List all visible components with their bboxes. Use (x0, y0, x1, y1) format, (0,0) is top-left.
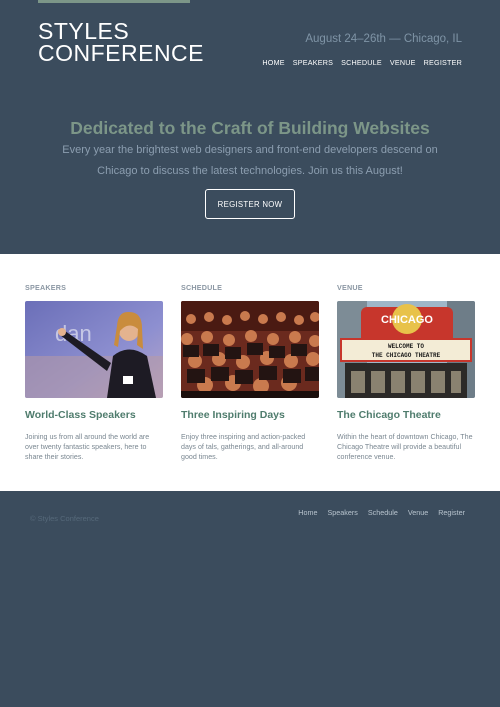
footer-nav-speakers[interactable]: Speakers (327, 508, 357, 517)
footer-nav-home[interactable]: Home (298, 508, 317, 517)
venue-title: Venue (337, 283, 363, 292)
register-now-button[interactable]: Register Now (205, 189, 295, 219)
schedule-image-link[interactable] (181, 301, 319, 398)
footer-nav-venue[interactable]: Venue (408, 508, 428, 517)
logo-accent-bar (38, 0, 190, 3)
primary-nav: Home Speakers Schedule Venue Register (262, 58, 462, 67)
venue-image-link[interactable]: CHICAGO WELCOME TO THE CHICAGO THEATRE (337, 301, 475, 398)
hero-lead: Every year the brightest web designers a… (62, 144, 438, 177)
logo-line-2: Conference (38, 40, 205, 66)
venue-heading: The Chicago Theatre (337, 409, 441, 421)
event-tagline: August 24–26th — Chicago, IL (305, 33, 462, 45)
footer-nav: Home Speakers Schedule Venue Register (298, 508, 465, 517)
logo-line-1: Styles (38, 18, 130, 44)
nav-register[interactable]: Register (424, 58, 462, 67)
venue-text: Within the heart of downtown Chicago, Th… (337, 433, 473, 461)
site-header: Styles Conference August 24–26th — Chica… (0, 0, 500, 254)
logo-link[interactable]: Styles Conference (38, 18, 205, 66)
footer-nav-register[interactable]: Register (438, 508, 465, 517)
speakers-title: Speakers (25, 283, 67, 292)
speakers-text: Joining us from all around the world are… (25, 433, 150, 461)
schedule-title: Schedule (181, 283, 223, 292)
nav-schedule[interactable]: Schedule (341, 58, 382, 67)
footer-nav-schedule[interactable]: Schedule (368, 508, 398, 517)
theatre-photo-icon: CHICAGO WELCOME TO THE CHICAGO THEATRE (337, 301, 475, 398)
hero-title: Dedicated to the Craft of Building Websi… (70, 118, 430, 138)
audience-photo-icon (181, 301, 319, 398)
speakers-image-link[interactable]: dan (25, 301, 163, 398)
marquee-line-2: THE CHICAGO THEATRE (372, 352, 441, 359)
nav-speakers[interactable]: Speakers (293, 58, 333, 67)
features-section: Speakers dan (0, 254, 500, 491)
speakers-heading: World-Class Speakers (25, 409, 136, 421)
page: Styles Conference August 24–26th — Chica… (0, 0, 500, 707)
schedule-heading: Three Inspiring Days (181, 409, 285, 421)
marquee-line-1: WELCOME TO (388, 343, 424, 350)
marquee-sign: CHICAGO (381, 314, 433, 326)
site-footer: © Styles Conference Home Speakers Schedu… (0, 491, 500, 707)
nav-venue[interactable]: Venue (390, 58, 416, 67)
schedule-text: Enjoy three inspiring and action-packed … (181, 433, 306, 461)
speaker-photo-icon: dan (25, 301, 163, 398)
copyright: © Styles Conference (30, 514, 99, 523)
nav-home[interactable]: Home (262, 58, 284, 67)
